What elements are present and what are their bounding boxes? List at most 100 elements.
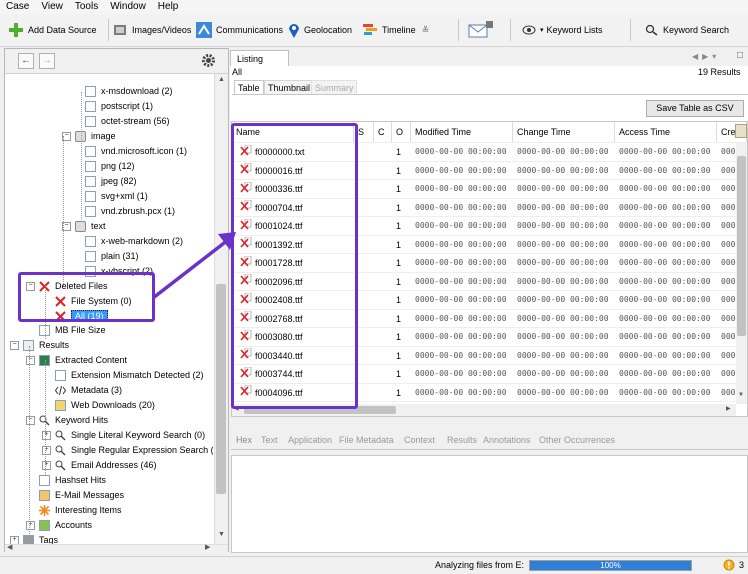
o-cell: 1: [396, 258, 402, 268]
back-arrow-icon[interactable]: ←: [18, 53, 34, 69]
tree-node[interactable]: Accounts: [39, 518, 92, 532]
tree-node[interactable]: Single Literal Keyword Search (0): [55, 428, 205, 442]
column-header-c[interactable]: C: [374, 122, 392, 142]
access-time-cell: 0000-00-00 00:00:00: [619, 258, 711, 267]
tree-node[interactable]: Single Regular Expression Search (0: [55, 443, 213, 457]
tree-node-label: octet-stream (56): [101, 116, 170, 126]
tab-annotations[interactable]: Annotations: [483, 435, 531, 445]
code-icon: [54, 385, 67, 396]
keyword-lists-button[interactable]: ▾ Keyword Lists: [522, 20, 603, 40]
tree-node[interactable]: x-msdownload (2): [85, 84, 173, 98]
close-panel-icon[interactable]: □: [737, 50, 743, 61]
scroll-left-icon[interactable]: ◀: [7, 543, 12, 551]
tree-node[interactable]: text: [75, 219, 106, 233]
tree-node[interactable]: Metadata (3): [54, 383, 122, 397]
notification-count: 3: [739, 560, 745, 570]
tab-summary[interactable]: Summary: [311, 80, 357, 95]
document-icon: [85, 115, 96, 127]
images-videos-button[interactable]: Images/Videos: [113, 20, 191, 40]
menu-help[interactable]: Help: [152, 0, 185, 14]
tree-node-label: Interesting Items: [55, 505, 122, 515]
tab-application[interactable]: Application: [288, 435, 332, 445]
modified-time-cell: 0000-00-00 00:00:00: [415, 147, 507, 156]
expand-toggle-icon[interactable]: +: [26, 521, 35, 530]
tree-node[interactable]: vnd.zbrush.pcx (1): [85, 204, 175, 218]
tree-node[interactable]: jpeg (82): [85, 174, 137, 188]
keyword-search-button[interactable]: Keyword Search: [645, 20, 729, 40]
tree-node[interactable]: Hashset Hits: [39, 473, 106, 487]
expand-toggle-icon[interactable]: +: [42, 431, 51, 440]
email-notification-button[interactable]: [468, 20, 498, 40]
toolbar-separator: [630, 19, 631, 41]
collapse-toggle-icon[interactable]: −: [26, 416, 35, 425]
tab-thumbnail[interactable]: Thumbnail: [264, 80, 312, 95]
tree-node[interactable]: MB File Size: [39, 323, 106, 337]
column-header-access-time[interactable]: Access Time: [615, 122, 717, 142]
tab-listing[interactable]: Listing: [230, 50, 289, 67]
timeline-button[interactable]: Timeline ≚: [362, 20, 429, 40]
scroll-right-icon[interactable]: ▶: [205, 543, 210, 551]
tab-text[interactable]: Text: [261, 435, 278, 445]
menu-case[interactable]: Case: [0, 0, 35, 14]
tab-context[interactable]: Context: [404, 435, 435, 445]
column-chooser-icon[interactable]: [735, 124, 747, 138]
scroll-down-icon[interactable]: ▼: [738, 392, 744, 398]
tab-table[interactable]: Table: [234, 80, 264, 95]
created-time-cell: 000: [721, 369, 736, 378]
menu-window[interactable]: Window: [104, 0, 152, 14]
communications-button[interactable]: Communications: [196, 20, 283, 40]
geolocation-button[interactable]: Geolocation: [288, 20, 352, 40]
access-time-cell: 0000-00-00 00:00:00: [619, 350, 711, 360]
forward-arrow-icon[interactable]: →: [39, 53, 55, 69]
menu-tools[interactable]: Tools: [69, 0, 104, 14]
tree-node[interactable]: svg+xml (1): [85, 189, 148, 203]
scroll-right-icon[interactable]: ▶: [726, 405, 731, 412]
tab-file-metadata[interactable]: File Metadata: [339, 435, 394, 445]
tree-node[interactable]: png (12): [85, 159, 135, 173]
expand-toggle-icon[interactable]: +: [42, 461, 51, 470]
change-time-cell: 0000-00-00 00:00:00: [517, 276, 609, 286]
tree-node[interactable]: Extracted Content: [39, 353, 127, 367]
tree-node[interactable]: E-Mail Messages: [39, 488, 124, 502]
tree-node[interactable]: vnd.microsoft.icon (1): [85, 144, 187, 158]
column-header-o[interactable]: O: [392, 122, 411, 142]
document-icon: [85, 190, 96, 202]
table-scroll-thumb[interactable]: [737, 156, 746, 336]
column-header-change-time[interactable]: Change Time: [513, 122, 615, 142]
tab-other-occurrences[interactable]: Other Occurrences: [539, 435, 615, 445]
timeline-label: Timeline: [382, 25, 416, 35]
created-time-cell: 000: [721, 276, 736, 286]
column-header-modified-time[interactable]: Modified Time: [411, 122, 513, 142]
tree-node[interactable]: Keyword Hits: [39, 413, 108, 427]
notification-icon[interactable]: [723, 559, 735, 571]
menu-view[interactable]: View: [35, 0, 69, 14]
tree-node[interactable]: Web Downloads (20): [55, 398, 155, 412]
scroll-down-icon[interactable]: ▼: [218, 531, 225, 538]
tree-node[interactable]: Interesting Items: [39, 503, 122, 517]
tree-node[interactable]: octet-stream (56): [85, 114, 170, 128]
search-icon: [55, 460, 66, 471]
save-table-csv-button[interactable]: Save Table as CSV: [646, 100, 744, 117]
table-vscrollbar[interactable]: ▼: [736, 142, 747, 404]
tree-node[interactable]: postscript (1): [85, 99, 153, 113]
add-data-source-label: Add Data Source: [28, 25, 97, 35]
tab-hex[interactable]: Hex: [236, 435, 252, 445]
images-videos-label: Images/Videos: [132, 25, 192, 35]
splitter[interactable]: [231, 426, 748, 430]
change-time-cell: 0000-00-00 00:00:00: [517, 165, 609, 175]
expand-toggle-icon[interactable]: +: [42, 446, 51, 455]
tree-hscrollbar[interactable]: ◀ ▶: [5, 544, 228, 553]
collapse-toggle-icon[interactable]: −: [26, 356, 35, 365]
add-data-source-button[interactable]: Add Data Source: [8, 20, 97, 40]
gear-icon[interactable]: [201, 53, 216, 68]
scroll-up-icon[interactable]: ▲: [218, 76, 225, 83]
progress-label: 100%: [600, 561, 621, 570]
listing-nav-arrows[interactable]: ◀▶▾: [692, 52, 720, 61]
tree-scroll-thumb[interactable]: [216, 284, 226, 494]
tree-node[interactable]: Extension Mismatch Detected (2): [55, 368, 204, 382]
tree-node[interactable]: Email Addresses (46): [55, 458, 157, 472]
collapse-toggle-icon[interactable]: −: [10, 341, 19, 350]
tab-results[interactable]: Results: [447, 435, 477, 445]
table-tab-label: Table: [238, 83, 260, 93]
tree-node[interactable]: plain (31): [85, 249, 139, 263]
